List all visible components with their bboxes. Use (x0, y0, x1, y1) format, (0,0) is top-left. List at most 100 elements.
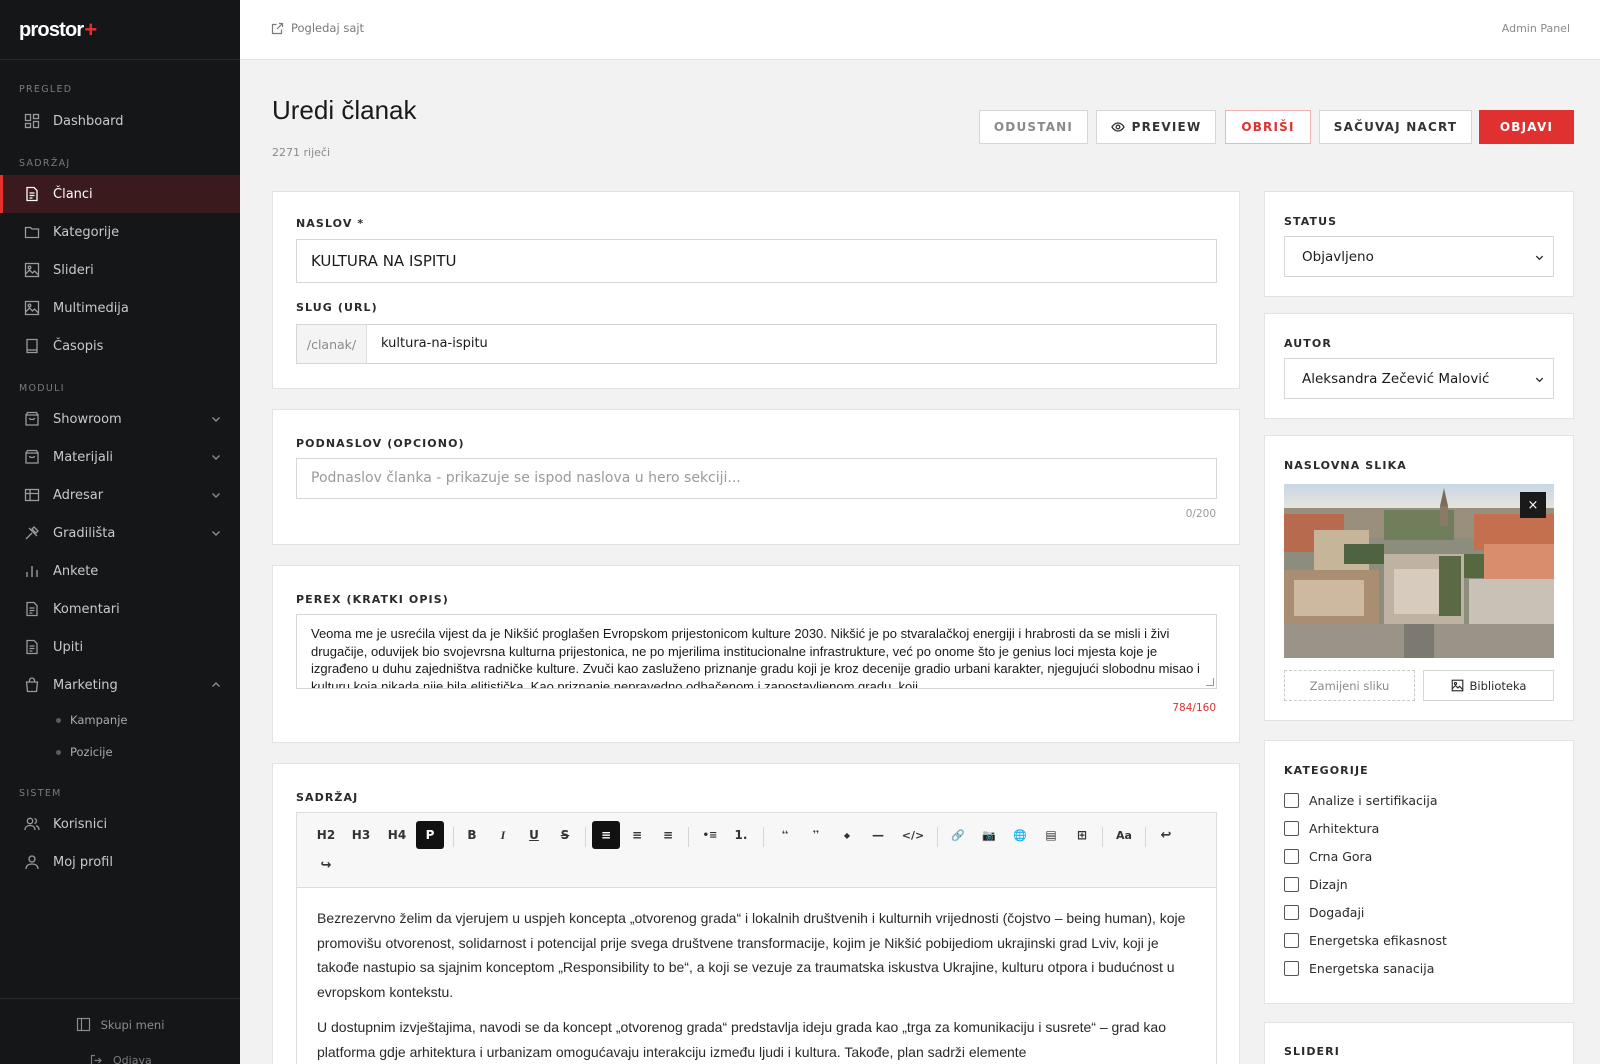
users-icon (23, 816, 40, 833)
sidebar-subitem-kampanje[interactable]: Kampanje (0, 704, 240, 736)
remove-image-button[interactable]: × (1520, 492, 1546, 518)
horizontal-rule-button[interactable]: — (864, 821, 892, 849)
save-draft-label: SAČUVAJ NACRT (1333, 120, 1458, 134)
category-checkbox[interactable]: Crna Gora (1284, 846, 1372, 866)
sidebar-item-korisnici[interactable]: Korisnici (0, 805, 240, 843)
library-button[interactable]: Biblioteka (1423, 670, 1554, 701)
strikethrough-button[interactable]: S (551, 821, 579, 849)
sidebar-item-casopis[interactable]: Časopis (0, 327, 240, 365)
sidebar-item-komentari[interactable]: Komentari (0, 590, 240, 628)
sidebar-item-clanci[interactable]: Članci (0, 175, 240, 213)
table-button[interactable]: ⊞ (1068, 821, 1096, 849)
brand-logo[interactable]: prostor + (19, 17, 97, 42)
perex-textarea[interactable]: Veoma me je usrećila vijest da je Nikšić… (296, 614, 1217, 689)
dashboard-icon (23, 113, 40, 130)
publish-button[interactable]: OBJAVI (1479, 110, 1574, 144)
checkbox-icon (1284, 792, 1299, 808)
view-site-link[interactable]: Pogledaj sajt (271, 21, 364, 35)
sidebar-item-upiti[interactable]: Upiti (0, 628, 240, 666)
subtitle-input[interactable]: Podnaslov članka - prikazuje se ispod na… (296, 458, 1217, 499)
redo-button[interactable]: ↪ (312, 851, 340, 879)
quote-open-button[interactable]: ❛❛ (771, 821, 799, 849)
sidebar-subitem-pozicije[interactable]: Pozicije (0, 736, 240, 768)
heading-3-button[interactable]: H3 (347, 821, 375, 849)
link-button[interactable]: 🔗 (944, 821, 972, 849)
undo-button[interactable]: ↩ (1152, 821, 1180, 849)
shopping-bag-icon (23, 677, 40, 694)
chevron-up-icon (210, 679, 222, 691)
document-icon (23, 186, 40, 203)
align-left-button[interactable]: ≡ (592, 821, 620, 849)
editor-content[interactable]: Bezrezervno želim da vjerujem u uspjeh k… (296, 888, 1217, 1064)
category-label: Analize i sertifikacija (1309, 792, 1438, 808)
save-draft-button[interactable]: SAČUVAJ NACRT (1319, 110, 1472, 144)
bold-button[interactable]: B (458, 821, 486, 849)
close-icon: × (1527, 497, 1539, 513)
subtitle-placeholder: Podnaslov članka - prikazuje se ispod na… (311, 470, 741, 486)
categories-label: KATEGORIJE (1284, 764, 1369, 777)
category-checkbox[interactable]: Analize i sertifikacija (1284, 790, 1438, 810)
sidebar-item-gradilista[interactable]: Gradilišta (0, 514, 240, 552)
category-checkbox[interactable]: Arhitektura (1284, 818, 1379, 838)
publish-label: OBJAVI (1499, 120, 1554, 134)
slug-input[interactable]: /clanak/ kultura-na-ispitu (296, 324, 1217, 364)
category-checkbox[interactable]: Događaji (1284, 902, 1364, 922)
resize-handle[interactable] (1206, 678, 1214, 686)
align-right-button[interactable]: ≡ (654, 821, 682, 849)
cover-image-photo (1284, 484, 1554, 658)
sidebar-item-multimedija[interactable]: Multimedija (0, 289, 240, 327)
slug-prefix: /clanak/ (297, 325, 367, 363)
title-input[interactable]: KULTURA NA ISPITU (296, 239, 1217, 283)
sidebar-item-label: Upiti (53, 639, 84, 655)
sidebar-item-materijali[interactable]: Materijali (0, 438, 240, 476)
status-select[interactable]: Objavljeno (1284, 236, 1554, 277)
section-sistem: SISTEM (19, 788, 62, 799)
ordered-list-button[interactable]: 1. (727, 821, 755, 849)
status-label: STATUS (1284, 215, 1338, 228)
bullet-list-button[interactable]: •≡ (696, 821, 724, 849)
sidebar-item-dashboard[interactable]: Dashboard (0, 102, 240, 140)
preview-label: PREVIEW (1131, 120, 1202, 134)
underline-button[interactable]: U (520, 821, 548, 849)
sidebar-toggle-icon (76, 1017, 91, 1032)
heading-2-button[interactable]: H2 (312, 821, 340, 849)
cancel-button[interactable]: ODUSTANI (979, 110, 1088, 144)
category-checkbox[interactable]: Energetska efikasnost (1284, 930, 1447, 950)
sidebar-item-kategorije[interactable]: Kategorije (0, 213, 240, 251)
collapse-menu-button[interactable]: Skupi meni (0, 1017, 240, 1032)
author-select[interactable]: Aleksandra Zečević Malović (1284, 358, 1554, 399)
replace-image-button[interactable]: Zamijeni sliku (1284, 670, 1415, 701)
content-card: SADRŽAJ H2 H3 H4 P B I U S ≡ ≡ ≡ •≡ 1. ❛… (272, 763, 1240, 1064)
category-checkbox[interactable]: Dizajn (1284, 874, 1348, 894)
insert-image-button[interactable]: 📷 (975, 821, 1003, 849)
paragraph-button[interactable]: P (416, 821, 444, 849)
category-checkbox[interactable]: Energetska sanacija (1284, 958, 1434, 978)
sidebar-item-showroom[interactable]: Showroom (0, 400, 240, 438)
delete-button[interactable]: OBRIŠI (1225, 110, 1311, 144)
toolbar-separator (1145, 827, 1146, 847)
sidebar-item-moj-profil[interactable]: Moj profil (0, 843, 240, 881)
quote-close-button[interactable]: ❜❜ (802, 821, 830, 849)
embed-button[interactable]: 🌐 (1006, 821, 1034, 849)
diamond-button[interactable]: ◆ (833, 821, 861, 849)
divider (0, 998, 240, 999)
code-button[interactable]: </> (899, 821, 927, 849)
logout-button[interactable]: Odjava (90, 1054, 152, 1064)
eye-icon (1110, 120, 1125, 134)
section-sadrzaj: SADRŽAJ (19, 158, 71, 169)
sidebar-item-marketing[interactable]: Marketing (0, 666, 240, 704)
italic-button[interactable]: I (489, 821, 517, 849)
gallery-button[interactable]: ▤ (1037, 821, 1065, 849)
sidebar-item-label: Gradilišta (53, 525, 116, 541)
author-label: AUTOR (1284, 337, 1332, 350)
font-button[interactable]: Aa (1110, 821, 1138, 849)
library-label: Biblioteka (1469, 678, 1527, 693)
sidebar-item-ankete[interactable]: Ankete (0, 552, 240, 590)
align-center-button[interactable]: ≡ (623, 821, 651, 849)
toolbar-separator (585, 827, 586, 847)
cover-image-card: NASLOVNA SLIKA × Zamijeni sliku Bibliote… (1264, 435, 1574, 721)
preview-button[interactable]: PREVIEW (1096, 110, 1216, 144)
sidebar-item-slideri[interactable]: Slideri (0, 251, 240, 289)
heading-4-button[interactable]: H4 (383, 821, 411, 849)
sidebar-item-adresar[interactable]: Adresar (0, 476, 240, 514)
